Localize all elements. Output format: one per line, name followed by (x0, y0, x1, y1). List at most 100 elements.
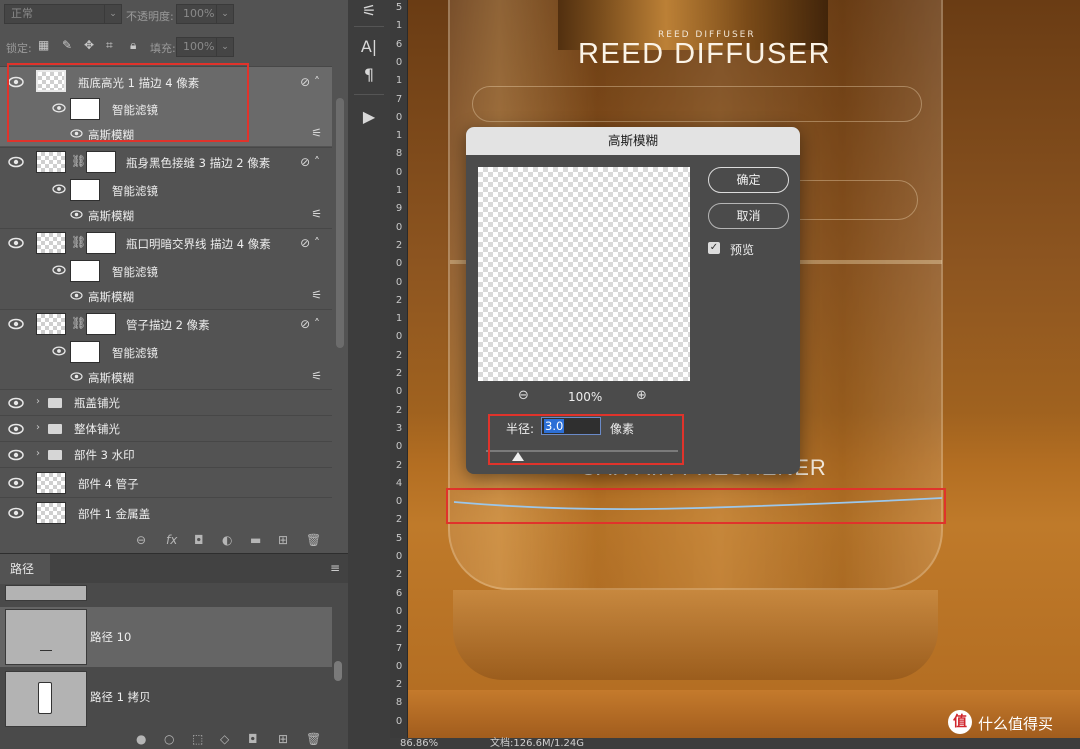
smart-filter-row[interactable]: 智能滤镜 (0, 337, 332, 365)
bottle-ring (472, 86, 922, 122)
filter-options-icon[interactable]: ⚟ (311, 126, 322, 140)
make-path-icon[interactable]: ◇ (220, 732, 229, 746)
zoom-out-icon[interactable]: ⊖ (518, 388, 529, 403)
layer-name: 瓶口明暗交界线 描边 4 像素 (126, 237, 271, 251)
ruler-label: 1 (395, 20, 403, 32)
smart-filter-row[interactable]: 智能滤镜 (0, 175, 332, 203)
layer-row[interactable]: ⛓ 瓶身黑色接缝 3 描边 2 像素 ⊘ ˄ (0, 147, 332, 175)
bottle-base (453, 590, 938, 680)
ruler-label: 0 (395, 551, 403, 562)
filter-row[interactable]: 高斯模糊 ⚟ (0, 284, 332, 308)
group-row[interactable]: › 瓶盖铺光 (0, 389, 332, 415)
lock-artboard-icon[interactable]: ⌗ (106, 38, 113, 53)
stroke-path-icon[interactable]: ○ (164, 732, 174, 746)
folder-icon (48, 424, 62, 434)
add-mask-icon[interactable]: ◘ (194, 533, 204, 547)
blend-mode-dropdown[interactable]: 正常 ⌄ (4, 4, 122, 24)
play-icon[interactable]: ▶ (358, 106, 380, 128)
path-row[interactable]: 路径 1 拷贝 (0, 669, 332, 729)
layer-mask-thumbnail (86, 151, 116, 173)
ruler-label: 0 (395, 441, 403, 453)
layer-name: 部件 4 管子 (78, 477, 139, 491)
link-icon: ⛓ (71, 154, 87, 168)
filter-row[interactable]: 高斯模糊 ⚟ (0, 203, 332, 227)
filter-options-icon[interactable]: ⚟ (311, 207, 322, 221)
filter-options-icon[interactable]: ⚟ (311, 288, 322, 302)
doc-size: 文档:126.6M/1.24G (490, 738, 585, 749)
side-toolbar: ⚟ A| ¶ ▶ (348, 0, 390, 749)
logo-icon: 值 (948, 710, 972, 734)
group-row[interactable]: › 部件 3 水印 (0, 441, 332, 467)
ruler-label: 3 (395, 422, 403, 434)
preview-checkbox[interactable]: ✓ (708, 242, 720, 254)
blend-mode-value: 正常 (11, 7, 33, 20)
preview-area[interactable] (478, 167, 690, 381)
trash-icon[interactable]: 🗑︎ (306, 732, 321, 746)
filter-options-icon[interactable]: ⚟ (311, 369, 322, 383)
smart-filter-label: 智能滤镜 (112, 265, 158, 279)
chevron-right-icon[interactable]: › (36, 396, 40, 407)
new-layer-icon[interactable]: ⊞ (278, 533, 288, 547)
path-name: 路径 10 (90, 630, 132, 644)
eye-icon[interactable] (70, 290, 86, 304)
eye-icon[interactable] (8, 317, 24, 331)
smart-filter-row[interactable]: 智能滤镜 (0, 256, 332, 284)
character-icon[interactable]: A| (358, 36, 380, 58)
eye-icon[interactable] (8, 396, 24, 410)
ruler-label: 7 (395, 93, 403, 105)
new-path-icon[interactable]: ⊞ (278, 732, 288, 746)
eye-icon[interactable] (8, 448, 24, 462)
chevron-right-icon[interactable]: › (36, 422, 40, 433)
chevron-right-icon[interactable]: › (36, 448, 40, 459)
ok-button[interactable]: 确定 (708, 167, 789, 193)
link-layers-icon[interactable]: ⊖ (136, 533, 146, 547)
eye-icon[interactable] (52, 345, 68, 359)
eye-icon[interactable] (8, 155, 24, 169)
path-row[interactable] (0, 585, 332, 603)
layer-name: 部件 1 金属盖 (78, 507, 151, 521)
layer-row[interactable]: ⛓ 瓶口明暗交界线 描边 4 像素 ⊘ ˄ (0, 228, 332, 256)
smart-object-icon: ⊘ ˄ (300, 155, 320, 169)
eye-icon[interactable] (70, 209, 86, 223)
lock-brush-icon[interactable]: ✎ (62, 38, 72, 52)
cancel-button[interactable]: 取消 (708, 203, 789, 229)
opacity-field[interactable]: 100% ⌄ (176, 4, 234, 24)
chevron-down-icon: ⌄ (216, 5, 233, 23)
paths-scroll-thumb[interactable] (334, 661, 342, 681)
path-row[interactable]: 路径 10 (0, 607, 332, 667)
tab-paths[interactable]: 路径 (0, 554, 50, 584)
group-row[interactable]: › 整体铺光 (0, 415, 332, 441)
lock-move-icon[interactable]: ✥ (84, 38, 94, 52)
layer-row[interactable]: 部件 1 金属盖 (0, 497, 332, 527)
lock-all-icon[interactable]: 🔒︎ (130, 38, 136, 53)
fx-icon[interactable]: fx (166, 533, 177, 547)
zoom-readout[interactable]: 86.86% (400, 738, 438, 749)
path-thumbnail (5, 671, 87, 727)
fill-path-icon[interactable]: ● (136, 732, 146, 746)
eye-icon[interactable] (70, 371, 86, 385)
load-selection-icon[interactable]: ⬚ (192, 732, 203, 746)
paths-toolbar: ● ○ ⬚ ◇ ◘ ⊞ 🗑︎ (0, 731, 348, 749)
eye-icon[interactable] (8, 476, 24, 490)
eye-icon[interactable] (8, 422, 24, 436)
layer-row[interactable]: ⛓ 管子描边 2 像素 ⊘ ˄ (0, 309, 332, 337)
add-mask-icon[interactable]: ◘ (248, 732, 258, 746)
layers-toolbar: ⊖ fx ◘ ◐ ▬ ⊞ 🗑︎ (0, 527, 348, 553)
lock-transparent-icon[interactable]: ▦ (38, 38, 49, 52)
eye-icon[interactable] (52, 183, 68, 197)
paragraph-icon[interactable]: ¶ (358, 64, 380, 86)
adjustment-icon[interactable]: ◐ (222, 533, 232, 547)
eye-icon[interactable] (8, 236, 24, 250)
fill-field[interactable]: 100% ⌄ (176, 37, 234, 57)
adjust-icon[interactable]: ⚟ (358, 0, 380, 22)
trash-icon[interactable]: 🗑︎ (306, 533, 321, 547)
eye-icon[interactable] (8, 506, 24, 520)
new-group-icon[interactable]: ▬ (250, 533, 261, 547)
panel-menu-icon[interactable]: ≡ (330, 561, 340, 575)
path-thumbnail (5, 609, 87, 665)
layers-scroll-thumb[interactable] (336, 98, 344, 348)
layer-row[interactable]: 部件 4 管子 (0, 467, 332, 497)
eye-icon[interactable] (52, 264, 68, 278)
filter-row[interactable]: 高斯模糊 ⚟ (0, 365, 332, 389)
zoom-in-icon[interactable]: ⊕ (636, 388, 647, 403)
